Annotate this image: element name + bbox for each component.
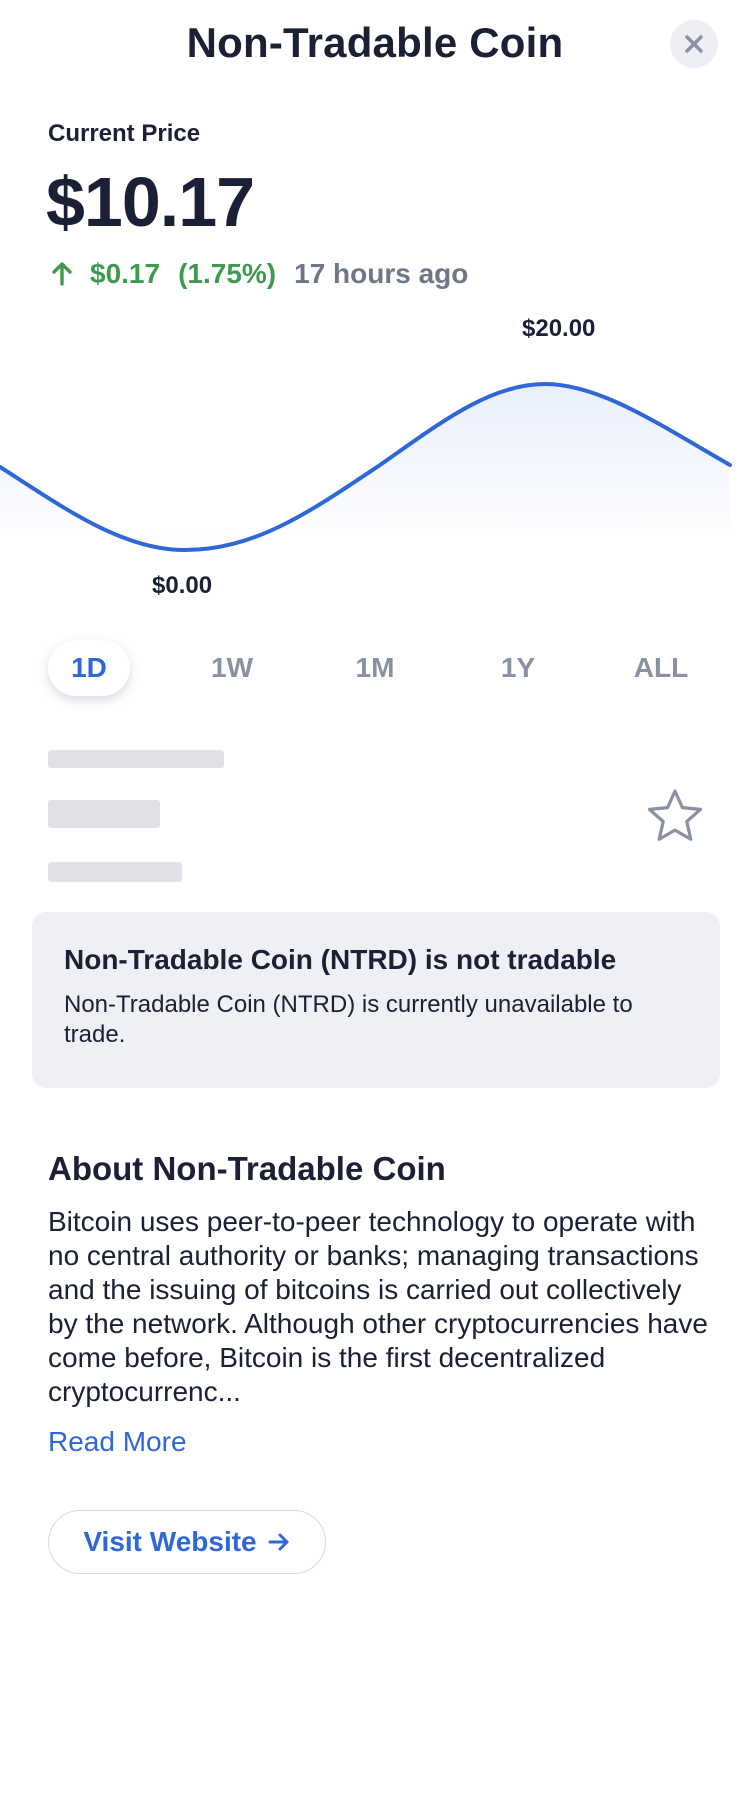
page-title: Non-Tradable Coin [186,19,564,66]
change-percent: (1.75%) [178,258,277,289]
price-change: $0.17 (1.75%) 17 hours ago [48,258,468,290]
arrow-up-icon [52,262,72,286]
close-icon [685,35,703,53]
tab-1d[interactable]: 1D [48,640,130,696]
visit-website-button[interactable]: Visit Website [48,1510,326,1574]
skeleton-line-3 [48,862,182,882]
change-time: 17 hours ago [294,258,469,289]
current-price-label: Current Price [48,120,201,147]
tab-all[interactable]: ALL [620,640,702,696]
price-chart[interactable]: $20.00 $0.00 [0,300,750,620]
change-amount: $0.17 [90,258,161,289]
close-button[interactable] [670,20,718,68]
tab-1y[interactable]: 1Y [477,640,559,696]
range-tabs: 1D 1W 1M 1Y ALL [48,640,702,696]
tab-1m[interactable]: 1M [334,640,416,696]
favorite-button[interactable] [644,786,706,848]
chart-min-label: $0.00 [152,572,212,599]
chart-max-label: $20.00 [522,315,595,342]
notice-title: Non-Tradable Coin (NTRD) is not tradable [64,944,617,975]
tab-1w[interactable]: 1W [191,640,273,696]
current-price-value: $10.17 [46,163,255,241]
about-title: About Non-Tradable Coin [48,1150,446,1187]
skeleton-line-1 [48,750,224,768]
coin-detail-page: Non-Tradable Coin Current Price $10.17 $… [0,0,750,1800]
skeleton-line-2 [48,800,160,828]
arrow-right-icon [268,1533,289,1551]
header: Non-Tradable Coin [0,0,750,86]
about-description: Bitcoin uses peer-to-peer technology to … [48,1206,708,1407]
star-icon [647,789,703,841]
visit-website-label: Visit Website [83,1526,257,1557]
chart-area-fill [0,384,730,550]
notice-body: Non-Tradable Coin (NTRD) is currently un… [64,991,633,1048]
not-tradable-notice: Non-Tradable Coin (NTRD) is not tradable… [32,912,720,1088]
read-more-link[interactable]: Read More [48,1426,187,1458]
